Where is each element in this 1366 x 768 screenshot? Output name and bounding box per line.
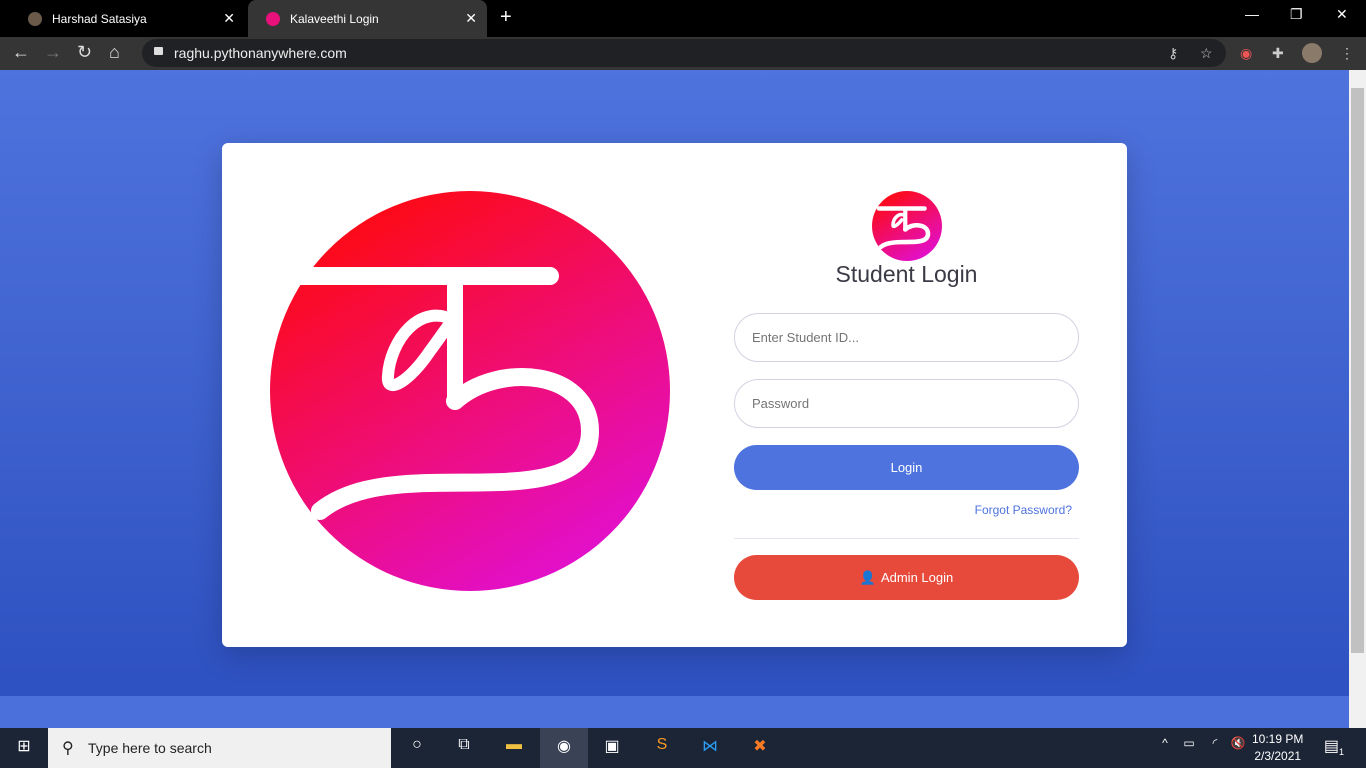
tray-chevron-icon[interactable]: ^ xyxy=(1153,736,1177,760)
wifi-icon[interactable]: ◜ xyxy=(1203,736,1227,760)
kalaveethi-logo-large xyxy=(270,191,670,591)
close-tab-icon[interactable]: ✕ xyxy=(223,10,235,27)
profile-avatar[interactable] xyxy=(1302,43,1322,63)
notification-count: 1 xyxy=(1339,747,1345,758)
key-icon[interactable]: ⚷ xyxy=(1168,45,1178,62)
profile-favicon-icon xyxy=(28,11,42,26)
login-button[interactable]: Login xyxy=(734,445,1079,490)
terminal-icon[interactable]: ▣ xyxy=(600,736,624,760)
lock-icon xyxy=(154,47,163,55)
windows-taskbar: ⊞ ⚲ Type here to search ○ ⧉ ▬ ◉ ▣ S ⋈ ✖ … xyxy=(0,728,1366,768)
admin-login-button[interactable]: 👤 Admin Login xyxy=(734,555,1079,600)
footer-band xyxy=(0,696,1349,728)
login-card: Student Login Login Forgot Password? 👤 Ad… xyxy=(222,143,1127,647)
star-icon[interactable]: ☆ xyxy=(1200,45,1213,62)
page-title: Student Login xyxy=(835,261,978,287)
browser-toolbar: ← → ↻ ⌂ raghu.pythonanywhere.com ⚷ ☆ ◉ ✚… xyxy=(0,37,1366,70)
forgot-password-link[interactable]: Forgot Password? xyxy=(975,503,1072,517)
back-icon[interactable]: ← xyxy=(12,42,30,63)
restore-icon[interactable]: ❐ xyxy=(1290,6,1303,23)
new-tab-icon[interactable]: + xyxy=(500,6,512,29)
vscode-icon[interactable]: ⋈ xyxy=(698,736,722,760)
kalaveethi-favicon-icon xyxy=(266,11,280,26)
sublime-icon[interactable]: S xyxy=(650,736,674,760)
notifications-icon[interactable]: ▤1 xyxy=(1322,736,1346,760)
scrollbar[interactable] xyxy=(1349,70,1366,728)
search-icon: ⚲ xyxy=(62,740,74,757)
volume-muted-icon[interactable]: 🔇 xyxy=(1226,736,1250,760)
tab-harshad[interactable]: Harshad Satasiya ✕ xyxy=(10,0,245,37)
cortana-icon[interactable]: ○ xyxy=(405,736,429,760)
time: 10:19 PM xyxy=(1252,732,1304,746)
scrollbar-thumb[interactable] xyxy=(1351,88,1364,653)
divider xyxy=(734,538,1079,539)
forward-icon[interactable]: → xyxy=(44,42,62,63)
home-icon[interactable]: ⌂ xyxy=(109,42,120,63)
admin-login-label: Admin Login xyxy=(880,570,954,585)
kalaveethi-logo-small xyxy=(872,191,942,261)
tab-kalaveethi[interactable]: Kalaveethi Login ✕ xyxy=(248,0,487,37)
extensions-icon[interactable]: ✚ xyxy=(1272,45,1284,62)
close-window-icon[interactable]: ✕ xyxy=(1336,6,1348,23)
record-icon[interactable]: ◉ xyxy=(1240,45,1252,62)
user-cog-icon: 👤 xyxy=(859,569,876,585)
minimize-icon[interactable]: — xyxy=(1245,6,1259,22)
xampp-icon[interactable]: ✖ xyxy=(748,736,772,760)
date: 2/3/2021 xyxy=(1254,749,1302,763)
chrome-icon[interactable]: ◉ xyxy=(540,728,588,768)
windows-start-icon[interactable]: ⊞ xyxy=(12,736,36,760)
tab-title: Harshad Satasiya xyxy=(52,11,147,26)
clock[interactable]: 10:19 PM 2/3/2021 xyxy=(1252,731,1303,765)
task-view-icon[interactable]: ⧉ xyxy=(452,736,476,760)
taskbar-search[interactable]: ⚲ Type here to search xyxy=(48,728,391,768)
student-id-input[interactable] xyxy=(734,313,1079,362)
battery-icon[interactable]: ▭ xyxy=(1177,736,1201,760)
password-input[interactable] xyxy=(734,379,1079,428)
login-label: Login xyxy=(890,460,923,475)
menu-icon[interactable]: ⋮ xyxy=(1340,45,1354,62)
tab-title: Kalaveethi Login xyxy=(290,11,379,26)
close-tab-icon[interactable]: ✕ xyxy=(465,10,477,27)
address-bar[interactable]: raghu.pythonanywhere.com xyxy=(142,39,1226,67)
file-explorer-icon[interactable]: ▬ xyxy=(502,736,526,760)
reload-icon[interactable]: ↻ xyxy=(77,42,92,63)
url-text: raghu.pythonanywhere.com xyxy=(174,45,347,61)
search-placeholder: Type here to search xyxy=(88,740,212,756)
tab-strip: Harshad Satasiya ✕ Kalaveethi Login ✕ + … xyxy=(0,0,1366,37)
